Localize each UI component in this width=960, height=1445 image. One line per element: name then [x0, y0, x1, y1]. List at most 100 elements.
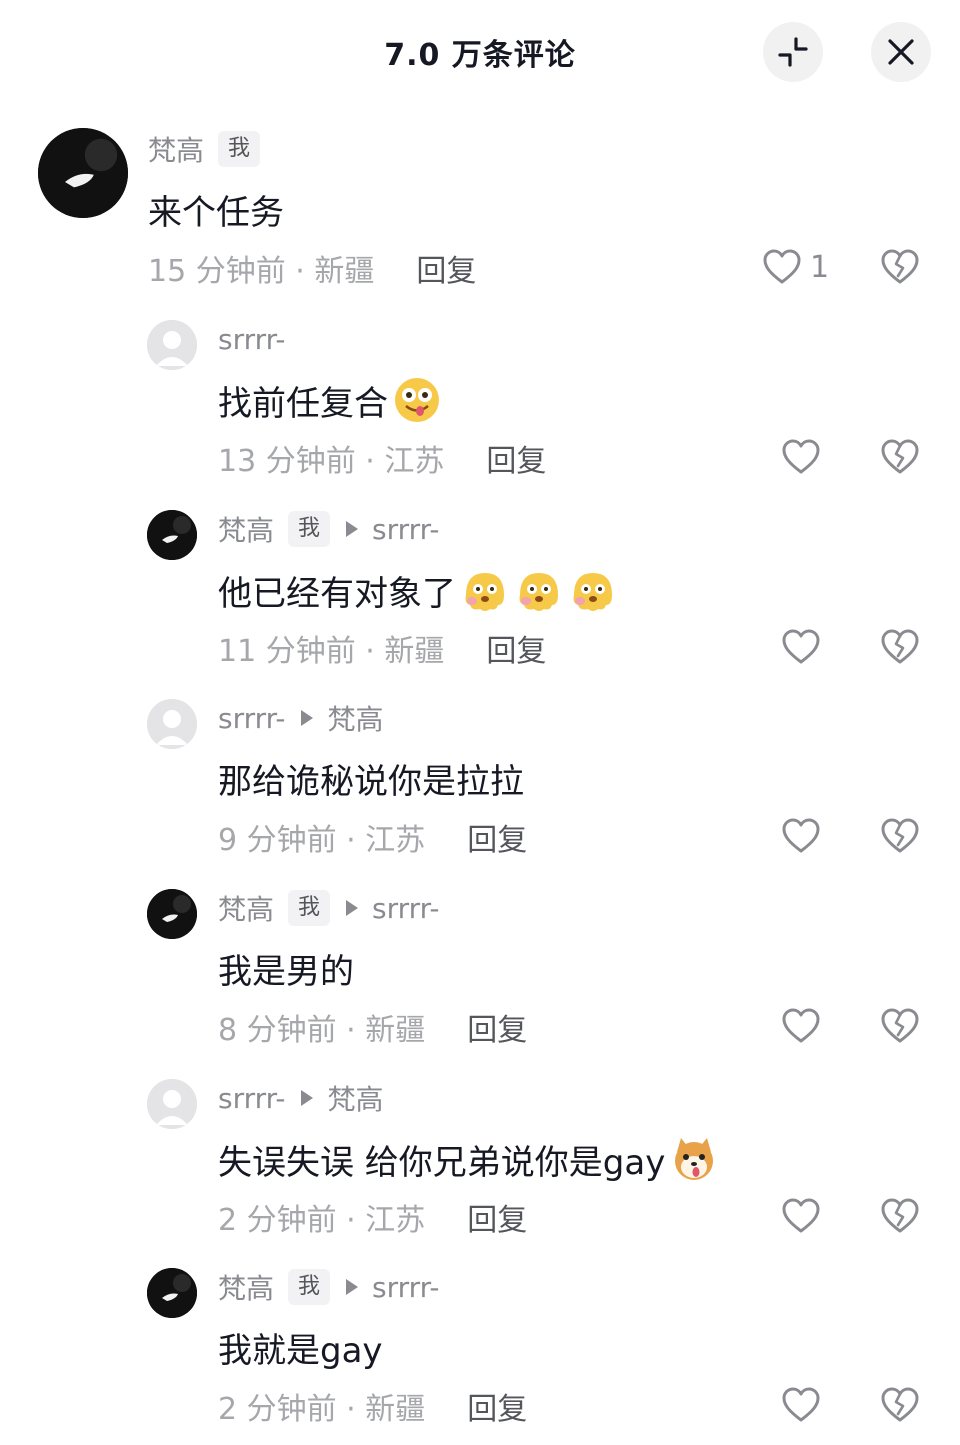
author-name[interactable]: 梵高 — [218, 1267, 274, 1307]
broken-heart-icon — [881, 1387, 919, 1422]
comment-text: 我是男的 — [218, 944, 354, 993]
collapse-button[interactable] — [763, 22, 823, 82]
timestamp-location: 15 分钟前 · 新疆 — [148, 254, 375, 289]
reply-button[interactable]: 回复 — [467, 1005, 527, 1049]
broken-heart-icon — [881, 1008, 919, 1043]
author-row: srrrr- 梵高 — [218, 1078, 384, 1118]
dislike-button[interactable] — [880, 248, 920, 290]
reply-button[interactable]: 回复 — [486, 436, 546, 480]
like-button[interactable] — [781, 1007, 821, 1045]
author-row: srrrr- 梵高 — [218, 698, 384, 738]
heart-icon — [782, 629, 820, 664]
broken-heart-icon — [881, 439, 919, 474]
comment-body: 他已经有对象了 — [218, 573, 456, 614]
author-name[interactable]: srrrr- — [218, 702, 285, 735]
comment-meta: 15 分钟前 · 新疆 回复 — [148, 246, 476, 290]
author-name[interactable]: 梵高 — [218, 509, 274, 549]
comment-body: 失误失误 给你兄弟说你是gay — [218, 1142, 666, 1183]
me-badge: 我 — [288, 1269, 331, 1305]
like-button[interactable] — [781, 817, 821, 855]
melting-face-emoji — [573, 573, 612, 611]
reply-to-name[interactable]: 梵高 — [327, 1078, 383, 1118]
broken-heart-icon — [881, 1198, 919, 1233]
comment-meta: 8 分钟前 · 新疆 回复 — [218, 1005, 527, 1049]
author-name[interactable]: 梵高 — [218, 888, 274, 928]
like-button[interactable] — [781, 438, 821, 476]
shiba-dog-emoji — [675, 1138, 714, 1180]
heart-icon — [782, 1198, 820, 1233]
dislike-button[interactable] — [880, 438, 920, 480]
author-name[interactable]: srrrr- — [218, 323, 285, 356]
close-icon — [888, 39, 914, 65]
broken-heart-icon — [881, 818, 919, 853]
comment-body: 我就是gay — [218, 1331, 383, 1371]
me-badge: 我 — [288, 511, 331, 547]
drooling-face-emoji — [395, 378, 439, 422]
timestamp-location: 2 分钟前 · 新疆 — [218, 1392, 426, 1427]
comment-text: 找前任复合 — [218, 375, 442, 425]
timestamp-location: 8 分钟前 · 新疆 — [218, 1013, 426, 1048]
timestamp-location: 11 分钟前 · 新疆 — [218, 634, 445, 669]
timestamp-location: 13 分钟前 · 江苏 — [218, 444, 445, 479]
reply-to-name[interactable]: srrrr- — [372, 513, 439, 546]
comment-text: 失误失误 给你兄弟说你是gay — [218, 1134, 719, 1184]
reply-button[interactable]: 回复 — [467, 1195, 527, 1239]
heart-icon — [763, 249, 801, 284]
like-button[interactable]: 1 — [762, 248, 829, 286]
reply-to-name[interactable]: 梵高 — [327, 698, 383, 738]
comment-body: 来个任务 — [148, 193, 284, 233]
heart-icon — [782, 818, 820, 853]
reply-button[interactable]: 回复 — [486, 626, 546, 670]
like-button[interactable] — [781, 628, 821, 666]
author-row: 梵高我 srrrr- — [218, 509, 440, 549]
broken-heart-icon — [881, 249, 919, 284]
reply-button[interactable]: 回复 — [467, 1384, 527, 1428]
avatar[interactable] — [147, 1268, 197, 1318]
comment-text: 他已经有对象了 — [218, 565, 618, 615]
comment-text: 那给诡秘说你是拉拉 — [218, 754, 524, 803]
dislike-button[interactable] — [880, 628, 920, 670]
avatar[interactable] — [147, 320, 197, 370]
heart-icon — [782, 1008, 820, 1043]
avatar[interactable] — [147, 510, 197, 560]
like-button[interactable] — [781, 1197, 821, 1235]
author-name[interactable]: srrrr- — [218, 1082, 285, 1115]
reply-arrow-icon — [346, 900, 359, 916]
reply-button[interactable]: 回复 — [416, 246, 476, 290]
comment-meta: 13 分钟前 · 江苏 回复 — [218, 436, 546, 480]
author-row: 梵高我 — [148, 129, 261, 169]
heart-icon — [782, 1387, 820, 1422]
comment-meta: 2 分钟前 · 江苏 回复 — [218, 1195, 527, 1239]
comment-meta: 2 分钟前 · 新疆 回复 — [218, 1384, 527, 1428]
reply-to-name[interactable]: srrrr- — [372, 1271, 439, 1304]
me-badge: 我 — [218, 131, 261, 167]
dislike-button[interactable] — [880, 817, 920, 859]
comment-text: 我就是gay — [218, 1323, 383, 1372]
comment-body: 找前任复合 — [218, 383, 388, 424]
broken-heart-icon — [881, 629, 919, 664]
avatar[interactable] — [147, 889, 197, 939]
collapse-icon — [778, 37, 808, 67]
avatar[interactable] — [147, 1079, 197, 1129]
author-row: 梵高我 srrrr- — [218, 1267, 440, 1307]
like-button[interactable] — [781, 1386, 821, 1424]
reply-arrow-icon — [301, 710, 314, 726]
avatar[interactable] — [147, 699, 197, 749]
melting-face-emoji — [519, 573, 558, 611]
dislike-button[interactable] — [880, 1386, 920, 1428]
reply-button[interactable]: 回复 — [467, 815, 527, 859]
comment-body: 那给诡秘说你是拉拉 — [218, 762, 524, 802]
me-badge: 我 — [288, 890, 331, 926]
comment-body: 我是男的 — [218, 952, 354, 992]
dislike-button[interactable] — [880, 1197, 920, 1239]
reply-to-name[interactable]: srrrr- — [372, 892, 439, 925]
heart-icon — [782, 439, 820, 474]
timestamp-location: 2 分钟前 · 江苏 — [218, 1203, 426, 1238]
close-button[interactable] — [871, 22, 931, 82]
reply-arrow-icon — [346, 1279, 359, 1295]
timestamp-location: 9 分钟前 · 江苏 — [218, 823, 426, 858]
like-count: 1 — [810, 249, 830, 285]
author-name[interactable]: 梵高 — [148, 129, 204, 169]
avatar[interactable] — [38, 128, 128, 218]
dislike-button[interactable] — [880, 1007, 920, 1049]
